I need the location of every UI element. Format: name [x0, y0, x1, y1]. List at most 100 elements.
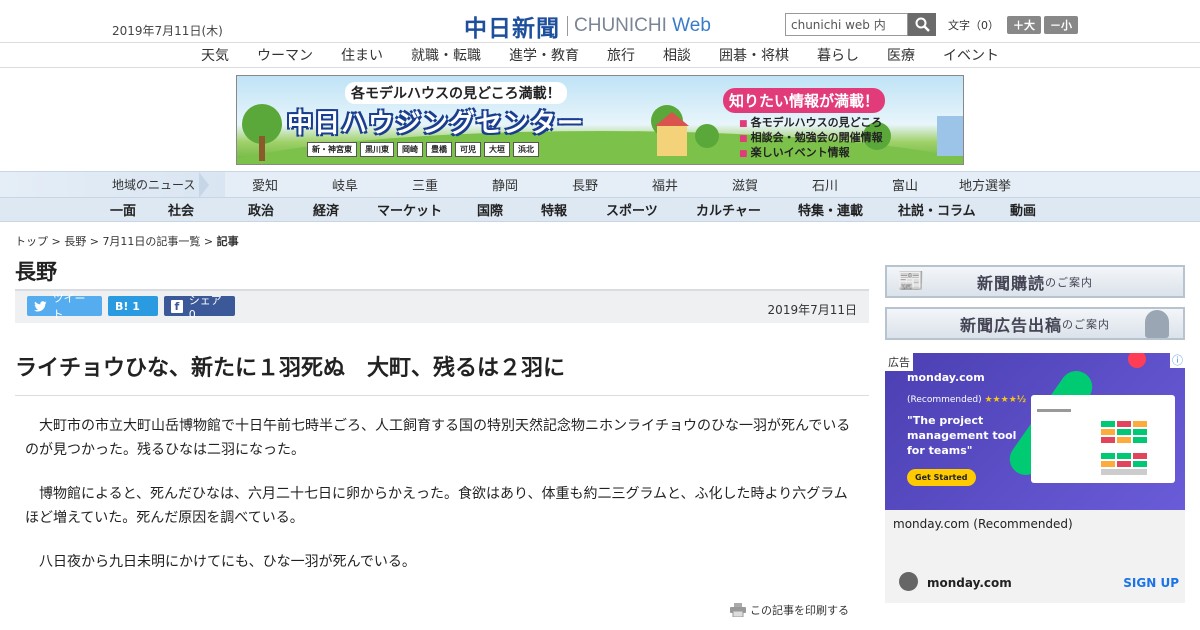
- nav-item-events[interactable]: イベント: [943, 45, 999, 65]
- category-special-report[interactable]: 特報: [541, 200, 606, 219]
- site-logo[interactable]: 中日新聞 CHUNICHI Web: [464, 9, 711, 43]
- banner-right-title: 知りたい情報が満載！: [723, 88, 886, 113]
- category-video[interactable]: 動画: [1010, 200, 1060, 219]
- regional-nav-label: 地域のニュース: [0, 171, 225, 198]
- nav-item-education[interactable]: 進学・教育: [509, 45, 579, 65]
- region-shiga[interactable]: 滋賀: [705, 175, 785, 194]
- article-paragraph: 八日夜から九日未明にかけてにも、ひな一羽が死んでいる。: [39, 554, 416, 570]
- category-politics[interactable]: 政治: [248, 200, 313, 219]
- ad-brand: monday.com: [907, 371, 985, 384]
- nav-item-medical[interactable]: 医療: [887, 45, 915, 65]
- site-header: 2019年7月11日(木) 中日新聞 CHUNICHI Web 文字（0） ＋大…: [0, 0, 1200, 42]
- logo-jp: 中日新聞: [464, 15, 560, 42]
- banner-top-text: 各モデルハウスの見どころ満載！: [345, 82, 567, 104]
- category-society[interactable]: 社会: [168, 200, 248, 219]
- region-gifu[interactable]: 岐阜: [305, 175, 385, 194]
- banner-place: 新・神宮東: [307, 142, 357, 157]
- publish-date: 2019年7月11日: [767, 303, 857, 317]
- facebook-share-button[interactable]: f シェア 0: [164, 294, 235, 321]
- ad-image: monday.com (Recommended) ★★★★½ "The proj…: [885, 353, 1185, 510]
- article-body: 大町市の市立大町山岳博物館で十日午前七時半ごろ、人工飼育する国の特別天然記念物ニ…: [25, 414, 859, 594]
- housing-center-banner[interactable]: 各モデルハウスの見どころ満載！ 中日ハウジングセンター 新・神宮東 黒川東 岡崎…: [236, 75, 964, 165]
- breadcrumb-top[interactable]: トップ: [15, 235, 48, 248]
- nav-item-living[interactable]: 暮らし: [817, 45, 859, 65]
- font-larger-button[interactable]: ＋大: [1007, 16, 1041, 34]
- ad-signup-button[interactable]: SIGN UP: [1123, 576, 1179, 590]
- subscription-guide-link[interactable]: 📰 新聞購読 のご案内: [885, 265, 1185, 298]
- region-toyama[interactable]: 富山: [865, 175, 945, 194]
- region-shizuoka[interactable]: 静岡: [465, 175, 545, 194]
- logo-en: CHUNICHI Web: [574, 15, 711, 36]
- category-nav: 一面 社会 政治 経済 マーケット 国際 特報 スポーツ カルチャー 特集・連載…: [0, 197, 1200, 222]
- nav-item-travel[interactable]: 旅行: [607, 45, 635, 65]
- search-input[interactable]: [785, 13, 908, 36]
- category-features[interactable]: 特集・連載: [798, 200, 898, 219]
- ad-product-screenshot: [1031, 395, 1175, 483]
- font-size-control: 文字（0） ＋大 －小: [948, 16, 1081, 34]
- ad-tagline: "The project management tool for teams": [907, 414, 1017, 457]
- nav-item-advice[interactable]: 相談: [663, 45, 691, 65]
- adchoices-icon[interactable]: ⓘ: [1170, 353, 1185, 368]
- ad-get-started-button[interactable]: Get Started: [907, 469, 976, 486]
- banner-right: 知りたい情報が満載！ 各モデルハウスの見どころ 相談会・勉強会の開催情報 楽しい…: [723, 88, 953, 161]
- twitter-icon: [34, 300, 47, 312]
- banner-place: 大垣: [484, 142, 510, 157]
- nav-item-weather[interactable]: 天気: [201, 45, 229, 65]
- category-culture[interactable]: カルチャー: [696, 200, 798, 219]
- search-button[interactable]: [908, 13, 936, 36]
- font-size-label: 文字（0）: [948, 19, 999, 32]
- region-nagano[interactable]: 長野: [545, 175, 625, 194]
- nav-item-woman[interactable]: ウーマン: [257, 45, 313, 65]
- category-editorials[interactable]: 社説・コラム: [898, 200, 1010, 219]
- region-local-elections[interactable]: 地方選挙: [945, 175, 1025, 194]
- sidebar-ad[interactable]: monday.com (Recommended) ★★★★½ "The proj…: [885, 353, 1185, 603]
- print-article-link[interactable]: この記事を印刷する: [730, 602, 849, 618]
- region-ishikawa[interactable]: 石川: [785, 175, 865, 194]
- banner-place: 浜北: [513, 142, 539, 157]
- search-icon: [915, 17, 930, 32]
- region-fukui[interactable]: 福井: [625, 175, 705, 194]
- ad-title[interactable]: monday.com (Recommended): [893, 517, 1073, 531]
- hatena-bookmark-button[interactable]: B! 1: [108, 296, 158, 316]
- ad-rating: (Recommended) ★★★★½: [907, 395, 1027, 405]
- section-title: 長野: [15, 260, 57, 284]
- banner-place: 豊橋: [426, 142, 452, 157]
- font-smaller-button[interactable]: －小: [1044, 16, 1078, 34]
- nav-item-igo-shogi[interactable]: 囲碁・将棋: [719, 45, 789, 65]
- banner-right-item: 各モデルハウスの見どころ: [739, 116, 953, 131]
- share-bar: ツイート B! 1 f シェア 0 2019年7月11日: [15, 289, 869, 323]
- advertising-guide-link[interactable]: 新聞広告出稿 のご案内: [885, 307, 1185, 340]
- breadcrumb-current: 記事: [216, 235, 239, 248]
- breadcrumb-section[interactable]: 長野: [64, 235, 86, 248]
- breadcrumb: トップ > 長野 > 7月11日の記事一覧 > 記事: [15, 235, 239, 248]
- banner-place: 可児: [455, 142, 481, 157]
- banner-title: 中日ハウジングセンター: [287, 109, 585, 139]
- banner-right-item: 相談会・勉強会の開催情報: [739, 131, 953, 146]
- category-front[interactable]: 一面: [110, 200, 168, 219]
- category-market[interactable]: マーケット: [377, 200, 477, 219]
- globe-icon: [899, 572, 918, 591]
- ad-domain[interactable]: monday.com: [927, 576, 1012, 590]
- tweet-button[interactable]: ツイート: [27, 292, 102, 321]
- hatena-count: B! 1: [115, 299, 140, 313]
- category-sports[interactable]: スポーツ: [606, 200, 696, 219]
- article-paragraph: 大町市の市立大町山岳博物館で十日午前七時半ごろ、人工飼育する国の特別天然記念物ニ…: [25, 418, 851, 458]
- banner-place: 黒川東: [360, 142, 394, 157]
- breadcrumb-list[interactable]: 7月11日の記事一覧: [102, 235, 200, 248]
- banner-place: 岡崎: [397, 142, 423, 157]
- region-mie[interactable]: 三重: [385, 175, 465, 194]
- category-economy[interactable]: 経済: [313, 200, 377, 219]
- ad-label: 広告: [885, 353, 913, 371]
- printer-icon: [730, 603, 746, 617]
- header-date: 2019年7月11日(木): [112, 24, 223, 38]
- region-aichi[interactable]: 愛知: [225, 175, 305, 194]
- primary-nav: 天気 ウーマン 住まい 就職・転職 進学・教育 旅行 相談 囲碁・将棋 暮らし …: [0, 42, 1200, 68]
- banner-right-list: 各モデルハウスの見どころ 相談会・勉強会の開催情報 楽しいイベント情報: [723, 116, 953, 161]
- category-international[interactable]: 国際: [477, 200, 541, 219]
- person-icon: [1145, 310, 1169, 338]
- nav-item-housing[interactable]: 住まい: [341, 45, 383, 65]
- facebook-icon: f: [171, 299, 183, 313]
- nav-item-jobs[interactable]: 就職・転職: [411, 45, 481, 65]
- logo-separator: [567, 16, 568, 36]
- article-paragraph: 博物館によると、死んだひなは、六月二十七日に卵からかえった。食欲はあり、体重も約…: [25, 486, 848, 526]
